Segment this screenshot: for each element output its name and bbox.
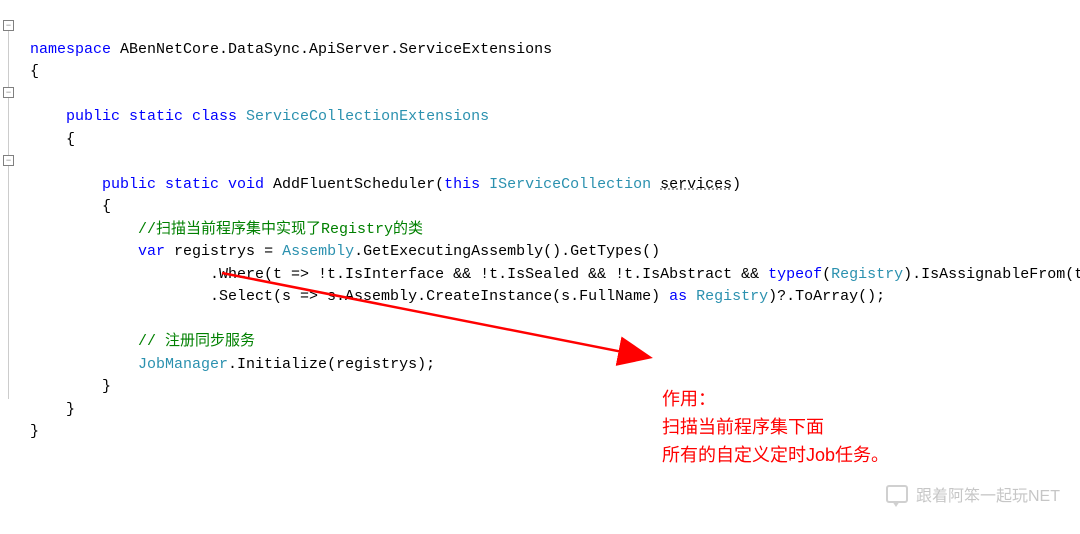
code-content: namespace ABenNetCore.DataSync.ApiServer… bbox=[30, 39, 1080, 444]
keyword-namespace: namespace bbox=[30, 41, 111, 58]
method-modifiers: public static void bbox=[102, 176, 273, 193]
where-post: ).IsAssignableFrom(t)) bbox=[903, 266, 1080, 283]
annotation-line2: 扫描当前程序集下面 bbox=[662, 413, 889, 441]
wechat-icon bbox=[886, 485, 908, 503]
brace: } bbox=[66, 401, 75, 418]
annotation-line1: 作用： bbox=[662, 385, 889, 413]
class-modifiers: public static class bbox=[66, 108, 246, 125]
comment-register: // 注册同步服务 bbox=[138, 333, 255, 350]
param-services: services bbox=[660, 176, 732, 193]
fold-toggle-class[interactable]: − bbox=[3, 87, 14, 98]
annotation-text: 作用： 扫描当前程序集下面 所有的自定义定时Job任务。 bbox=[662, 385, 889, 469]
watermark-text: 跟着阿笨一起玩NET bbox=[916, 482, 1060, 506]
type-registry: Registry bbox=[831, 266, 903, 283]
where-pre: .Where(t => !t.IsInterface && !t.IsSeale… bbox=[210, 266, 768, 283]
method-name: AddFluentScheduler( bbox=[273, 176, 444, 193]
lparen: ( bbox=[822, 266, 831, 283]
fold-toggle-namespace[interactable]: − bbox=[3, 20, 14, 31]
type-jobmanager: JobManager bbox=[138, 356, 228, 373]
class-name: ServiceCollectionExtensions bbox=[246, 108, 489, 125]
type-assembly: Assembly bbox=[282, 243, 354, 260]
code-editor[interactable]: namespace ABenNetCore.DataSync.ApiServer… bbox=[0, 0, 1080, 466]
type-iservicecollection: IServiceCollection bbox=[480, 176, 660, 193]
select-pre: .Select(s => s.Assembly.CreateInstance(s… bbox=[210, 288, 669, 305]
space bbox=[687, 288, 696, 305]
namespace-name: ABenNetCore.DataSync.ApiServer.ServiceEx… bbox=[111, 41, 552, 58]
var-registrys: registrys = bbox=[165, 243, 282, 260]
brace: } bbox=[102, 378, 111, 395]
keyword-typeof: typeof bbox=[768, 266, 822, 283]
get-executing: .GetExecutingAssembly().GetTypes() bbox=[354, 243, 660, 260]
comment-scan: //扫描当前程序集中实现了Registry的类 bbox=[138, 221, 423, 238]
select-post: )?.ToArray(); bbox=[768, 288, 885, 305]
annotation-line3: 所有的自定义定时Job任务。 bbox=[662, 441, 889, 469]
fold-toggle-method[interactable]: − bbox=[3, 155, 14, 166]
keyword-this: this bbox=[444, 176, 480, 193]
brace: { bbox=[102, 198, 111, 215]
type-registry-2: Registry bbox=[696, 288, 768, 305]
initialize-call: .Initialize(registrys); bbox=[228, 356, 435, 373]
keyword-var: var bbox=[138, 243, 165, 260]
brace: { bbox=[66, 131, 75, 148]
close-paren: ) bbox=[732, 176, 741, 193]
keyword-as: as bbox=[669, 288, 687, 305]
brace: } bbox=[30, 423, 39, 440]
brace: { bbox=[30, 63, 39, 80]
gutter-line bbox=[8, 24, 9, 399]
watermark: 跟着阿笨一起玩NET bbox=[886, 482, 1060, 506]
